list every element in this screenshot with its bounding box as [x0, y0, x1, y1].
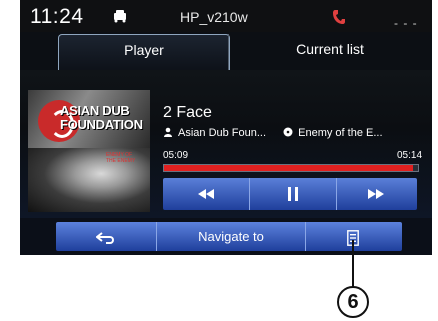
album-art: ASIAN DUB FOUNDATION ENEMY OF THE ENEMY [28, 90, 150, 212]
tab-bar: Player Current list [20, 32, 432, 102]
tab-player[interactable]: Player [58, 34, 230, 71]
back-arrow-icon [95, 231, 114, 244]
previous-button[interactable] [163, 178, 249, 210]
fast-forward-icon [368, 188, 384, 199]
bottom-buttons: Navigate to [56, 222, 402, 251]
tab-current-list-label: Current list [296, 41, 364, 57]
rewind-icon [198, 188, 214, 199]
car-icon [114, 10, 126, 23]
elapsed-time: 05:09 [163, 150, 189, 161]
album-art-small-text: ENEMY OF THE ENEMY [106, 152, 136, 164]
pause-button[interactable] [249, 178, 337, 210]
album-art-line2: FOUNDATION [60, 117, 143, 132]
bottom-bar: Navigate to [20, 218, 432, 255]
track-meta: Asian Dub Foun... Enemy of the E... [163, 127, 383, 139]
navigate-to-button[interactable]: Navigate to [156, 222, 306, 251]
back-button[interactable] [56, 222, 156, 251]
phone-icon[interactable] [332, 9, 346, 25]
track-artist: Asian Dub Foun... [178, 127, 267, 139]
head-unit-screen: 11:24 HP_v210w - - - Player Current list… [20, 0, 432, 255]
progress-fill [164, 165, 413, 171]
signal-icon: - - - [394, 16, 418, 30]
pause-icon [288, 186, 298, 201]
next-button[interactable] [335, 178, 417, 210]
player-panel: ASIAN DUB FOUNDATION ENEMY OF THE ENEMY … [20, 70, 432, 218]
callout-number: 6 [337, 286, 369, 318]
track-title: 2 Face [163, 104, 212, 121]
tab-current-list[interactable]: Current list [228, 34, 432, 71]
connected-device: HP_v210w [180, 9, 248, 25]
total-time: 05:14 [397, 150, 423, 161]
album-disc-icon [283, 127, 293, 137]
tab-player-label: Player [124, 42, 164, 58]
track-album: Enemy of the E... [298, 127, 383, 139]
album-art-line1: ASIAN DUB [60, 103, 130, 118]
status-bar: 11:24 HP_v210w - - - [20, 0, 432, 32]
artist-icon [164, 127, 172, 137]
clock: 11:24 [30, 5, 84, 28]
callout-leader-line [352, 240, 354, 289]
navigate-to-label: Navigate to [198, 229, 264, 244]
progress-bar[interactable] [163, 164, 419, 172]
playback-controls [163, 178, 417, 210]
album-art-title: ASIAN DUB FOUNDATION [60, 104, 143, 132]
